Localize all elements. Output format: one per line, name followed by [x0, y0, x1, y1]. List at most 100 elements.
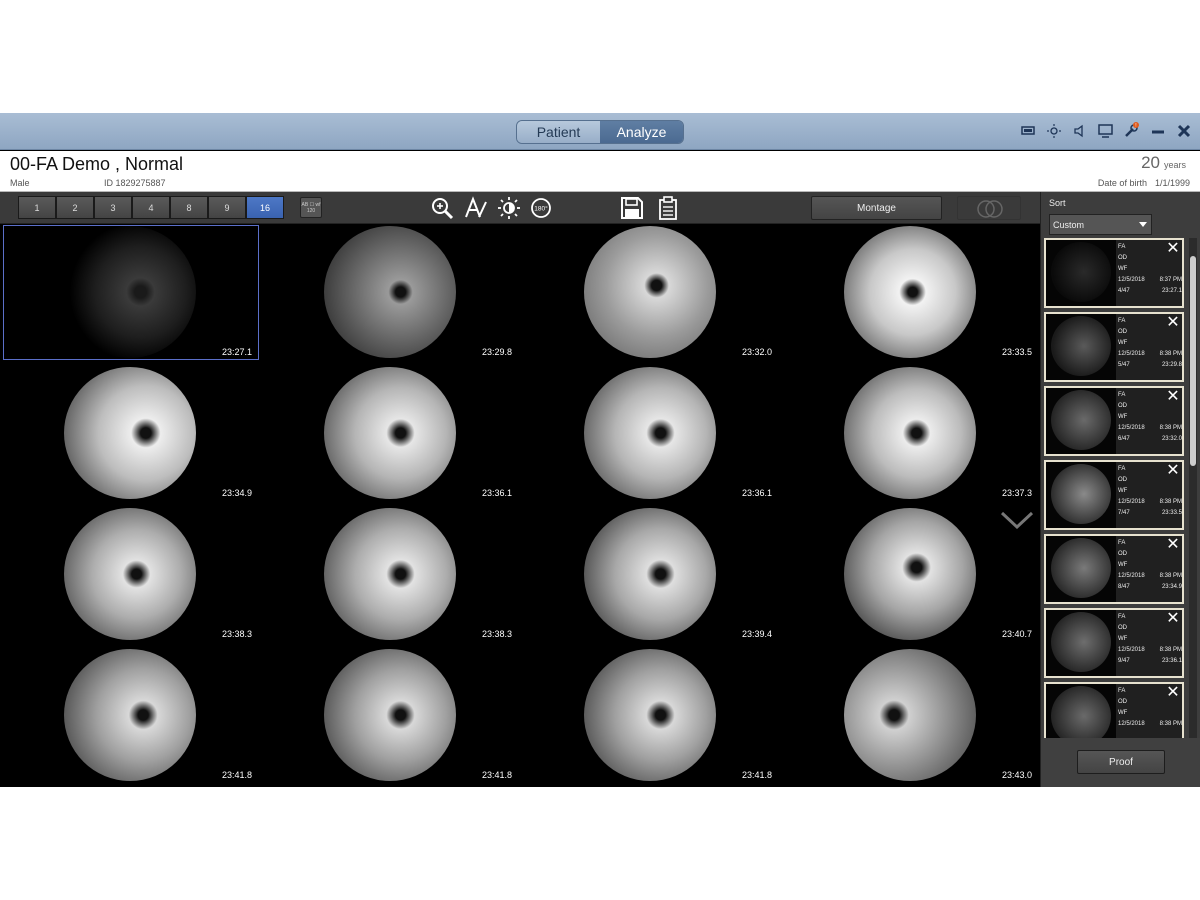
thumb-date: 12/5/2018	[1118, 351, 1145, 357]
thumb-clock: 8:38 PM	[1159, 573, 1182, 579]
thumb-index: 8/47	[1118, 584, 1130, 590]
image-timestamp: 23:29.8	[481, 347, 512, 357]
layout-8-button[interactable]: 8	[170, 196, 208, 219]
image-cell-4[interactable]: 23:33.5	[784, 226, 1038, 359]
image-cell-9[interactable]: 23:38.3	[4, 508, 258, 641]
patient-id: ID 1829275887	[104, 178, 166, 188]
fundus-image	[324, 226, 456, 358]
display-icon[interactable]	[1019, 122, 1036, 139]
patient-mode-button[interactable]: Patient	[517, 121, 600, 143]
image-cell-16[interactable]: 23:43.0	[784, 649, 1038, 782]
proof-button[interactable]: Proof	[1077, 750, 1165, 774]
image-info-toggle-button[interactable]: AB ☐ wf 120	[300, 197, 322, 218]
minimize-icon[interactable]	[1149, 122, 1166, 139]
volume-icon[interactable]	[1071, 122, 1088, 139]
close-icon[interactable]: ✕	[1166, 315, 1180, 331]
layout-1-button[interactable]: 1	[18, 196, 56, 219]
image-cell-5[interactable]: 23:34.9	[4, 367, 258, 500]
close-icon[interactable]: ✕	[1166, 611, 1180, 627]
thumbnail-scrollbar[interactable]	[1189, 238, 1197, 738]
image-timestamp: 23:32.0	[741, 347, 772, 357]
thumb-date: 12/5/2018	[1118, 721, 1145, 727]
thumbnail-item[interactable]: FA OD WF 12/5/2018 8:38 PM 7/47 23:33.5 ✕	[1044, 460, 1184, 530]
image-timestamp: 23:37.3	[1001, 488, 1032, 498]
overlay-compare-button[interactable]	[957, 196, 1021, 220]
layout-3-button[interactable]: 3	[94, 196, 132, 219]
layout-9-button[interactable]: 9	[208, 196, 246, 219]
thumb-time: 23:32.0	[1161, 436, 1182, 442]
fundus-image	[844, 508, 976, 640]
image-cell-8[interactable]: 23:37.3	[784, 367, 1038, 500]
image-toolbar: 1 2 3 4 8 9 16 AB ☐ wf 120 180° Montage	[0, 192, 1040, 224]
image-cell-1[interactable]: 23:27.1	[3, 225, 259, 360]
layout-2-button[interactable]: 2	[56, 196, 94, 219]
image-cell-7[interactable]: 23:36.1	[524, 367, 778, 500]
thumb-date: 12/5/2018	[1118, 425, 1145, 431]
age-unit: years	[1163, 160, 1186, 170]
thumbnail-image	[1051, 242, 1111, 302]
svg-text:!: !	[1135, 123, 1136, 129]
thumbnail-item[interactable]: FA OD WF 12/5/2018 8:38 PM 6/47 23:32.0 ✕	[1044, 386, 1184, 456]
fundus-image	[64, 649, 196, 781]
thumb-field: WF	[1118, 488, 1128, 494]
image-timestamp: 23:41.8	[741, 770, 772, 780]
thumbnail-image	[1051, 316, 1111, 376]
scrollbar-thumb[interactable]	[1190, 256, 1196, 466]
title-bar: Patient Analyze !	[0, 113, 1200, 150]
image-cell-3[interactable]: 23:32.0	[524, 226, 778, 359]
thumbnail-item[interactable]: FA OD WF 12/5/2018 8:38 PM 8/47 23:34.9 ✕	[1044, 534, 1184, 604]
clipboard-icon[interactable]	[656, 196, 680, 220]
close-icon[interactable]	[1175, 122, 1192, 139]
monitor-icon[interactable]	[1097, 122, 1114, 139]
image-cell-2[interactable]: 23:29.8	[264, 226, 518, 359]
thumbnail-item[interactable]: FA OD WF 12/5/2018 8:38 PM 5/47 23:29.8 ✕	[1044, 312, 1184, 382]
close-icon[interactable]: ✕	[1166, 685, 1180, 701]
thumb-clock: 8:38 PM	[1159, 425, 1182, 431]
image-cell-6[interactable]: 23:36.1	[264, 367, 518, 500]
tools-warning-icon[interactable]: !	[1123, 122, 1140, 139]
fundus-image	[584, 508, 716, 640]
fundus-image	[844, 226, 976, 358]
sort-dropdown[interactable]: Custom	[1049, 214, 1152, 235]
close-icon[interactable]: ✕	[1166, 537, 1180, 553]
image-cell-15[interactable]: 23:41.8	[524, 649, 778, 782]
thumbnail-item[interactable]: FA OD WF 12/5/2018 8:38 PM ✕	[1044, 682, 1184, 738]
thumb-date: 12/5/2018	[1118, 573, 1145, 579]
montage-button[interactable]: Montage	[811, 196, 942, 220]
thumb-clock: 8:38 PM	[1159, 499, 1182, 505]
image-cell-13[interactable]: 23:41.8	[4, 649, 258, 782]
brightness-contrast-icon[interactable]	[497, 196, 521, 220]
patient-name: 00-FA Demo , Normal	[10, 154, 184, 174]
layout-4-button[interactable]: 4	[132, 196, 170, 219]
age-value: 20	[1141, 153, 1160, 172]
image-cell-11[interactable]: 23:39.4	[524, 508, 778, 641]
thumb-clock: 8:38 PM	[1159, 647, 1182, 653]
chevron-down-icon[interactable]	[1000, 511, 1034, 530]
thumbnail-list: FA OD WF 12/5/2018 8:37 PM 4/47 23:27.1 ✕ …	[1044, 238, 1185, 738]
close-icon[interactable]: ✕	[1166, 241, 1180, 257]
thumb-index: 4/47	[1118, 288, 1130, 294]
thumb-index: 7/47	[1118, 510, 1130, 516]
close-icon[interactable]: ✕	[1166, 389, 1180, 405]
zoom-icon[interactable]	[430, 196, 454, 220]
image-timestamp: 23:34.9	[221, 488, 252, 498]
annotate-icon[interactable]	[464, 196, 488, 220]
thumb-date: 12/5/2018	[1118, 647, 1145, 653]
brightness-icon[interactable]	[1045, 122, 1062, 139]
thumb-clock: 8:38 PM	[1159, 721, 1182, 727]
thumbnail-item[interactable]: FA OD WF 12/5/2018 8:38 PM 9/47 23:36.1 ✕	[1044, 608, 1184, 678]
thumb-field: WF	[1118, 710, 1128, 716]
image-cell-10[interactable]: 23:38.3	[264, 508, 518, 641]
fundus-image	[584, 226, 716, 358]
thumbnail-item[interactable]: FA OD WF 12/5/2018 8:37 PM 4/47 23:27.1 ✕	[1044, 238, 1184, 308]
thumb-time: 23:33.5	[1161, 510, 1182, 516]
fundus-image	[844, 367, 976, 499]
close-icon[interactable]: ✕	[1166, 463, 1180, 479]
fundus-image	[324, 649, 456, 781]
dob-value: 1/1/1999	[1154, 178, 1190, 188]
layout-16-button[interactable]: 16	[246, 196, 284, 219]
image-cell-14[interactable]: 23:41.8	[264, 649, 518, 782]
save-icon[interactable]	[620, 196, 644, 220]
rotate-180-icon[interactable]: 180°	[529, 196, 553, 220]
analyze-mode-button[interactable]: Analyze	[600, 121, 683, 143]
